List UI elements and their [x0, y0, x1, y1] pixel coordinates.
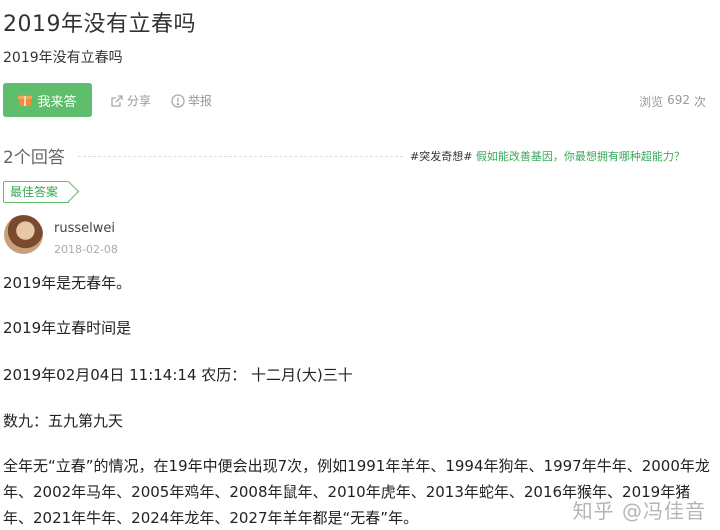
question-title: 2019年没有立春吗	[3, 12, 196, 37]
share-icon	[110, 94, 124, 108]
promo-link[interactable]: 假如能改善基因，你最想拥有哪种超能力？	[476, 150, 685, 163]
header-divider	[78, 156, 403, 157]
answer-date: 2018-02-08	[54, 243, 118, 256]
share-label: 分享	[127, 94, 152, 108]
answer-paragraph: 2019年02月04日 11:14:14 农历： 十二月(大)三十	[3, 366, 353, 384]
question-description: 2019年没有立春吗	[3, 50, 123, 66]
promo-banner[interactable]: #突发奇想# 假如能改善基因，你最想拥有哪种超能力？	[410, 148, 685, 164]
report-label: 举报	[188, 94, 213, 108]
answer-paragraph: 数九：五九第九天	[3, 412, 124, 430]
views-unit: 次	[693, 95, 706, 109]
answers-header: 2个回答 #突发奇想# 假如能改善基因，你最想拥有哪种超能力？	[0, 142, 720, 168]
avatar[interactable]	[4, 215, 43, 254]
report-action[interactable]: 举报	[171, 92, 212, 109]
view-count: 浏览 692 次	[639, 93, 706, 110]
gift-icon	[18, 93, 33, 107]
answer-button[interactable]: 我来答	[3, 83, 92, 117]
answer-paragraph: 2019年立春时间是	[3, 319, 132, 337]
views-number: 692	[667, 93, 690, 107]
share-action[interactable]: 分享	[110, 92, 151, 109]
watermark: 知乎 @冯佳音	[572, 499, 706, 523]
answer-count: 2个回答	[3, 148, 65, 168]
views-label: 浏览	[639, 95, 664, 109]
user-name[interactable]: russelwei	[54, 221, 115, 236]
report-icon	[171, 93, 185, 108]
best-answer-badge: 最佳答案	[3, 181, 70, 203]
answer-paragraph: 2019年是无春年。	[3, 274, 132, 292]
promo-tag[interactable]: #突发奇想#	[410, 150, 472, 163]
answer-button-label: 我来答	[37, 94, 77, 110]
